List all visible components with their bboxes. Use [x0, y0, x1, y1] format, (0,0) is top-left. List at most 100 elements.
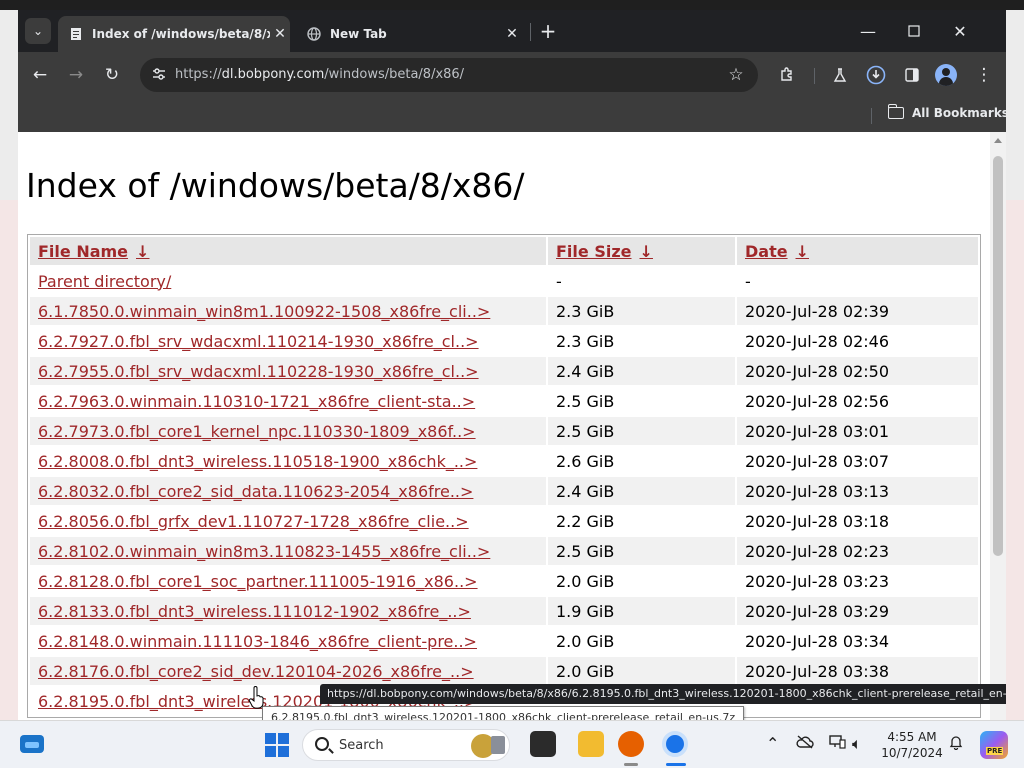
forward-arrow-icon[interactable]: →: [63, 62, 89, 88]
table-row: 6.2.8032.0.fbl_core2_sid_data.110623-205…: [30, 477, 978, 505]
file-link[interactable]: 6.1.7850.0.winmain_win8m1.100922-1508_x8…: [38, 302, 490, 321]
kebab-icon[interactable]: ⋮: [971, 62, 997, 88]
file-name-cell: 6.2.7963.0.winmain.110310-1721_x86fre_cl…: [30, 387, 546, 415]
file-link[interactable]: 6.2.8128.0.fbl_core1_soc_partner.111005-…: [38, 572, 478, 591]
system-clock[interactable]: 4:55 AM 10/7/2024: [880, 729, 944, 761]
file-link[interactable]: 6.2.8102.0.winmain_win8m3.110823-1455_x8…: [38, 542, 490, 561]
file-size-cell: 2.0 GiB: [556, 631, 615, 651]
tab-strip: ⌄ Index of /windows/beta/8/x86/ ✕ New Ta…: [18, 10, 1006, 52]
avatar-icon[interactable]: [935, 64, 957, 86]
tab-title: Index of /windows/beta/8/x86/: [92, 27, 270, 41]
widgets-icon[interactable]: [20, 735, 44, 753]
file-size-cell: 2.0 GiB: [556, 571, 615, 591]
file-name-cell: 6.2.8056.0.fbl_grfx_dev1.110727-1728_x86…: [30, 507, 546, 535]
chevron-up-icon[interactable]: ⌃: [766, 734, 779, 753]
tab-new-tab[interactable]: New Tab ✕: [296, 16, 522, 52]
file-explorer-icon[interactable]: [578, 731, 604, 757]
page-content: Index of /windows/beta/8/x86/ File Name ↓…: [18, 132, 990, 720]
maximize-icon[interactable]: [891, 18, 937, 44]
scrollbar-thumb[interactable]: [993, 156, 1003, 556]
file-size-cell: 2.4 GiB: [548, 477, 735, 505]
close-icon[interactable]: ✕: [270, 26, 290, 42]
tab-search-button[interactable]: ⌄: [25, 18, 51, 44]
folder-icon: [887, 104, 904, 119]
copilot-icon[interactable]: PRE: [980, 731, 1008, 759]
file-link[interactable]: 6.2.7955.0.fbl_srv_wdacxml.110228-1930_x…: [38, 362, 479, 381]
column-header-file-size[interactable]: File Size ↓: [548, 237, 735, 265]
file-size-cell: -: [556, 271, 562, 291]
all-bookmarks-label: All Bookmarks: [912, 106, 1006, 120]
desktop-background-left: [0, 200, 18, 720]
file-link[interactable]: 6.2.7973.0.fbl_core1_kernel_npc.110330-1…: [38, 422, 476, 441]
page-favicon-icon: [68, 26, 84, 42]
table-header-row: File Name ↓ File Size ↓ Date ↓: [30, 237, 978, 265]
file-link[interactable]: 6.2.8008.0.fbl_dnt3_wireless.110518-1900…: [38, 452, 477, 471]
file-link[interactable]: 6.2.8176.0.fbl_core2_sid_dev.120104-2026…: [38, 662, 474, 681]
desktop-top-edge: [0, 0, 1024, 10]
page-scrollbar[interactable]: [990, 132, 1006, 720]
file-date-cell: 2020-Jul-28 02:23: [737, 537, 978, 565]
column-header-date[interactable]: Date ↓: [737, 237, 978, 265]
table-row: 6.2.8148.0.winmain.111103-1846_x86fre_cl…: [30, 627, 978, 655]
address-bar[interactable]: https://dl.bobpony.com/windows/beta/8/x8…: [140, 58, 758, 92]
file-name-cell: 6.2.8148.0.winmain.111103-1846_x86fre_cl…: [30, 627, 546, 655]
windows-start-icon[interactable]: [265, 733, 289, 757]
file-link[interactable]: 6.2.8032.0.fbl_core2_sid_data.110623-205…: [38, 482, 473, 501]
file-link[interactable]: 6.2.8056.0.fbl_grfx_dev1.110727-1728_x86…: [38, 512, 469, 531]
star-icon[interactable]: ☆: [726, 65, 746, 85]
chrome-icon[interactable]: [662, 731, 688, 757]
file-size-cell: 2.5 GiB: [548, 537, 735, 565]
file-date-cell: 2020-Jul-28 03:23: [745, 571, 890, 591]
notification-bell-icon[interactable]: [948, 734, 964, 754]
terminal-app-icon[interactable]: [530, 731, 556, 757]
minimize-icon[interactable]: —: [845, 18, 891, 44]
chrome-active-indicator: [666, 763, 686, 766]
file-link[interactable]: 6.2.7963.0.winmain.110310-1721_x86fre_cl…: [38, 392, 475, 411]
url-scheme: https://: [175, 67, 222, 82]
sort-by-name-link[interactable]: File Name ↓: [38, 242, 149, 261]
parent-directory-link[interactable]: Parent directory/: [38, 272, 171, 291]
table-row: 6.2.8133.0.fbl_dnt3_wireless.111012-1902…: [30, 597, 978, 625]
sort-by-size-link[interactable]: File Size ↓: [556, 242, 653, 261]
url-path: /windows/beta/8/x86/: [324, 67, 465, 82]
scroll-up-arrow-icon[interactable]: [994, 138, 1002, 143]
taskbar-search[interactable]: Search: [302, 729, 510, 761]
network-icon[interactable]: [828, 734, 846, 754]
tune-icon[interactable]: [150, 66, 168, 84]
file-date-cell: 2020-Jul-28 02:56: [745, 391, 890, 411]
side-panel-icon[interactable]: [899, 62, 925, 88]
file-link[interactable]: 6.2.8148.0.winmain.111103-1846_x86fre_cl…: [38, 632, 477, 651]
flask-icon[interactable]: [827, 62, 853, 88]
hand-cursor-icon: [248, 686, 266, 710]
file-size-cell: 1.9 GiB: [548, 597, 735, 625]
firefox-icon[interactable]: [618, 731, 644, 757]
tab-divider: [530, 23, 531, 41]
file-date-cell: 2020-Jul-28 02:46: [745, 331, 890, 351]
clock-time: 4:55 AM: [887, 730, 937, 744]
cloud-offline-icon[interactable]: [796, 734, 814, 753]
all-bookmarks-button[interactable]: All Bookmarks: [887, 104, 1006, 120]
search-icon: [315, 737, 329, 751]
close-icon[interactable]: ✕: [502, 26, 522, 42]
file-link[interactable]: 6.2.8133.0.fbl_dnt3_wireless.111012-1902…: [38, 602, 471, 621]
file-name-cell: 6.2.8176.0.fbl_core2_sid_dev.120104-2026…: [30, 657, 546, 685]
puzzle-icon[interactable]: [774, 62, 800, 88]
volume-icon[interactable]: 🔈︎: [852, 734, 862, 754]
file-name-cell: 6.2.7927.0.fbl_srv_wdacxml.110214-1930_x…: [30, 327, 546, 355]
plus-icon[interactable]: +: [538, 20, 558, 42]
file-date-cell: 2020-Jul-28 03:29: [737, 597, 978, 625]
column-header-file-name[interactable]: File Name ↓: [30, 237, 546, 265]
url-text[interactable]: https://dl.bobpony.com/windows/beta/8/x8…: [175, 67, 464, 82]
file-size-cell: 2.2 GiB: [556, 511, 615, 531]
sort-by-date-link[interactable]: Date ↓: [745, 242, 809, 261]
table-row: 6.2.7963.0.winmain.110310-1721_x86fre_cl…: [30, 387, 978, 415]
table-row: 6.2.7955.0.fbl_srv_wdacxml.110228-1930_x…: [30, 357, 978, 385]
window-close-icon[interactable]: ✕: [937, 18, 983, 44]
file-link[interactable]: 6.2.7927.0.fbl_srv_wdacxml.110214-1930_x…: [38, 332, 479, 351]
back-arrow-icon[interactable]: ←: [27, 62, 53, 88]
download-icon[interactable]: [863, 62, 889, 88]
page-title: Index of /windows/beta/8/x86/: [26, 166, 525, 205]
file-name-cell: 6.2.8008.0.fbl_dnt3_wireless.110518-1900…: [30, 447, 546, 475]
reload-icon[interactable]: ↻: [99, 62, 125, 88]
tab-index-x86[interactable]: Index of /windows/beta/8/x86/ ✕: [58, 16, 290, 52]
